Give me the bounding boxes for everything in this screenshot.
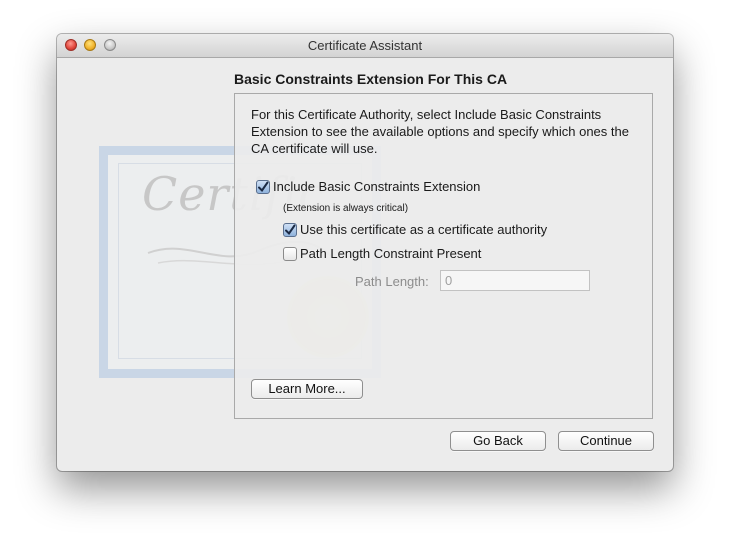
critical-note: (Extension is always critical)	[283, 203, 409, 214]
path-length-present-checkbox[interactable]	[283, 247, 297, 261]
path-length-present-label[interactable]: Path Length Constraint Present	[300, 246, 481, 261]
include-extension-checkbox[interactable]	[256, 180, 270, 194]
checkmark-icon	[258, 181, 269, 193]
certificate-assistant-window: Certificate Assistant Certific Basic Con…	[57, 34, 673, 471]
path-length-label: Path Length:	[355, 274, 429, 289]
checkmark-icon	[285, 224, 296, 236]
go-back-button[interactable]: Go Back	[450, 431, 546, 451]
continue-button[interactable]: Continue	[558, 431, 654, 451]
page-title: Basic Constraints Extension For This CA	[234, 71, 508, 87]
title-bar[interactable]: Certificate Assistant	[57, 34, 673, 58]
include-extension-label[interactable]: Include Basic Constraints Extension	[273, 179, 480, 194]
path-length-field[interactable]	[440, 270, 590, 291]
use-as-ca-label[interactable]: Use this certificate as a certificate au…	[300, 222, 547, 237]
use-as-ca-checkbox[interactable]	[283, 223, 297, 237]
window-title: Certificate Assistant	[307, 38, 423, 53]
options-panel: For this Certificate Authority, select I…	[234, 93, 653, 419]
description-text: For this Certificate Authority, select I…	[251, 107, 629, 156]
learn-more-button[interactable]: Learn More...	[251, 379, 363, 399]
